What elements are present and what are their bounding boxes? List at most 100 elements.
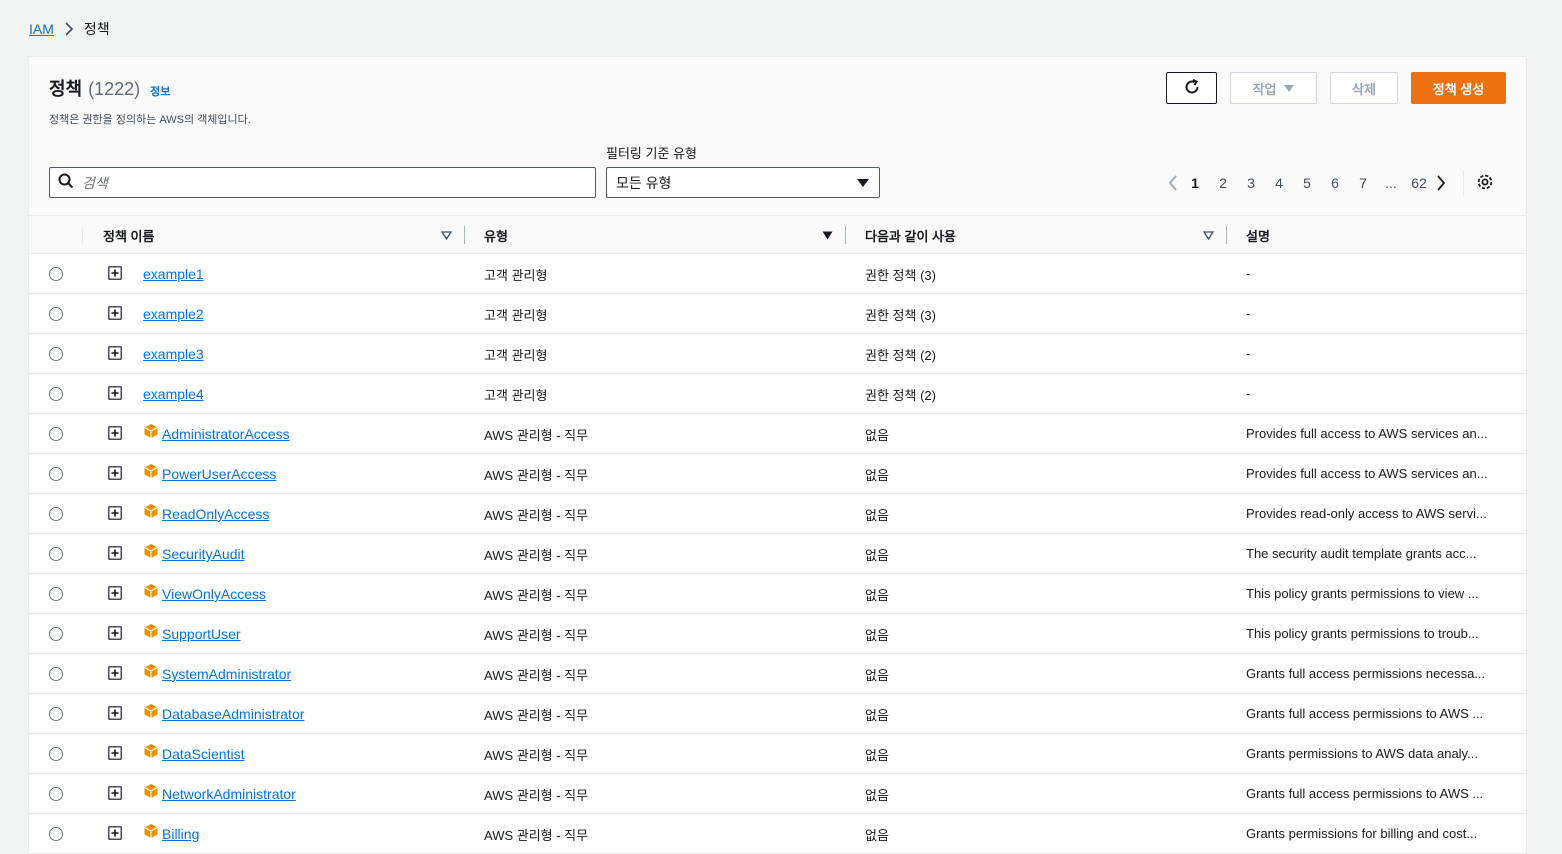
chevron-right-icon[interactable] xyxy=(1433,175,1449,191)
page-62[interactable]: 62 xyxy=(1405,175,1433,191)
row-radio[interactable] xyxy=(49,627,63,641)
column-divider[interactable] xyxy=(1226,226,1227,244)
row-type-cell: AWS 관리형 - 직무 xyxy=(484,454,588,494)
policy-name-link[interactable]: example4 xyxy=(143,386,204,402)
chevron-left-icon[interactable] xyxy=(1165,175,1181,191)
policy-name-link[interactable]: example2 xyxy=(143,306,204,322)
row-radio[interactable] xyxy=(49,587,63,601)
expand-plus-icon[interactable] xyxy=(108,785,122,803)
expand-plus-icon[interactable] xyxy=(108,465,122,483)
policy-name-link[interactable]: DatabaseAdministrator xyxy=(162,706,304,722)
column-header-description[interactable]: 설명 xyxy=(1246,216,1506,254)
sort-caret-icon[interactable] xyxy=(441,230,452,240)
row-radio[interactable] xyxy=(49,427,63,441)
row-radio[interactable] xyxy=(49,707,63,721)
expand-plus-icon[interactable] xyxy=(108,825,122,843)
policy-name-link[interactable]: PowerUserAccess xyxy=(162,466,276,482)
page-6[interactable]: 6 xyxy=(1321,175,1349,191)
policy-name-link[interactable]: AdministratorAccess xyxy=(162,426,290,442)
page-ellipsis: ... xyxy=(1385,175,1397,191)
expand-plus-icon[interactable] xyxy=(108,305,122,323)
row-description-cell: Provides read-only access to AWS servi..… xyxy=(1246,494,1508,534)
row-type-cell: 고객 관리형 xyxy=(484,294,547,334)
table-row: example4 고객 관리형 권한 정책 (2) - xyxy=(29,374,1526,414)
row-used-as-cell: 권한 정책 (3) xyxy=(865,294,936,334)
row-type-cell: 고객 관리형 xyxy=(484,374,547,414)
settings-gear-icon[interactable] xyxy=(1476,173,1494,194)
row-radio[interactable] xyxy=(49,547,63,561)
policy-name-link[interactable]: SecurityAudit xyxy=(162,546,244,562)
table-row: ViewOnlyAccess AWS 관리형 - 직무 없음 This poli… xyxy=(29,574,1526,614)
page-7[interactable]: 7 xyxy=(1349,175,1377,191)
page-5[interactable]: 5 xyxy=(1293,175,1321,191)
policy-type: AWS 관리형 - 직무 xyxy=(484,787,589,803)
row-radio[interactable] xyxy=(49,467,63,481)
breadcrumb-iam-link[interactable]: IAM xyxy=(29,21,54,37)
create-policy-button[interactable]: 정책 생성 xyxy=(1411,72,1506,104)
column-divider[interactable] xyxy=(845,226,846,244)
column-header-used-as[interactable]: 다음과 같이 사용 xyxy=(865,216,1227,254)
page-title-text: 정책 xyxy=(49,79,83,99)
aws-managed-cube-icon xyxy=(143,423,162,442)
action-dropdown-button[interactable]: 작업 xyxy=(1230,72,1317,104)
row-radio[interactable] xyxy=(49,347,63,361)
row-radio[interactable] xyxy=(49,267,63,281)
policy-name-link[interactable]: ReadOnlyAccess xyxy=(162,506,269,522)
sort-caret-icon[interactable] xyxy=(1203,230,1214,240)
policy-name-link[interactable]: NetworkAdministrator xyxy=(162,786,296,802)
search-box xyxy=(49,167,596,198)
expand-plus-icon[interactable] xyxy=(108,625,122,643)
policy-name-link[interactable]: SupportUser xyxy=(162,626,241,642)
row-radio[interactable] xyxy=(49,827,63,841)
expand-plus-icon[interactable] xyxy=(108,545,122,563)
policy-name-link[interactable]: example3 xyxy=(143,346,204,362)
column-header-type[interactable]: 유형 xyxy=(484,216,846,254)
policy-description: The security audit template grants acc..… xyxy=(1246,546,1477,561)
info-link[interactable]: 정보 xyxy=(150,83,170,99)
column-header-name[interactable]: 정책 이름 xyxy=(103,216,465,254)
expand-plus-icon[interactable] xyxy=(108,665,122,683)
row-radio[interactable] xyxy=(49,747,63,761)
policy-name-link[interactable]: example1 xyxy=(143,266,204,282)
row-radio[interactable] xyxy=(49,507,63,521)
row-select-cell xyxy=(49,734,63,774)
policy-description: Grants permissions to AWS data analy... xyxy=(1246,746,1478,761)
row-select-cell xyxy=(49,774,63,814)
policy-name-link[interactable]: DataScientist xyxy=(162,746,244,762)
delete-button[interactable]: 삭제 xyxy=(1330,72,1398,104)
row-expand-cell xyxy=(108,574,122,614)
aws-managed-cube-icon xyxy=(143,703,162,722)
row-select-cell xyxy=(49,814,63,854)
expand-plus-icon[interactable] xyxy=(108,745,122,763)
row-used-as-cell: 권한 정책 (2) xyxy=(865,334,936,374)
expand-plus-icon[interactable] xyxy=(108,385,122,403)
policy-type: 고객 관리형 xyxy=(484,267,548,283)
expand-plus-icon[interactable] xyxy=(108,705,122,723)
expand-plus-icon[interactable] xyxy=(108,585,122,603)
policy-name-link[interactable]: SystemAdministrator xyxy=(162,666,291,682)
page-2[interactable]: 2 xyxy=(1209,175,1237,191)
sort-caret-active-icon[interactable] xyxy=(822,231,833,240)
table-row: AdministratorAccess AWS 관리형 - 직무 없음 Prov… xyxy=(29,414,1526,454)
column-divider[interactable] xyxy=(464,226,465,244)
page-1[interactable]: 1 xyxy=(1181,175,1209,191)
expand-plus-icon[interactable] xyxy=(108,505,122,523)
page-3[interactable]: 3 xyxy=(1237,175,1265,191)
filter-type-select[interactable]: 모든 유형 xyxy=(606,167,880,198)
search-input[interactable] xyxy=(82,174,562,191)
policy-name-link[interactable]: Billing xyxy=(162,826,199,842)
expand-plus-icon[interactable] xyxy=(108,425,122,443)
expand-plus-icon[interactable] xyxy=(108,265,122,283)
row-radio[interactable] xyxy=(49,667,63,681)
row-type-cell: AWS 관리형 - 직무 xyxy=(484,414,588,454)
expand-plus-icon[interactable] xyxy=(108,345,122,363)
refresh-button[interactable] xyxy=(1166,72,1217,104)
page-4[interactable]: 4 xyxy=(1265,175,1293,191)
policy-name-link[interactable]: ViewOnlyAccess xyxy=(162,586,266,602)
policy-description: Grants full access permissions to AWS ..… xyxy=(1246,786,1484,801)
row-radio[interactable] xyxy=(49,307,63,321)
row-radio[interactable] xyxy=(49,787,63,801)
row-expand-cell xyxy=(108,454,122,494)
policy-type: AWS 관리형 - 직무 xyxy=(484,667,589,683)
row-radio[interactable] xyxy=(49,387,63,401)
